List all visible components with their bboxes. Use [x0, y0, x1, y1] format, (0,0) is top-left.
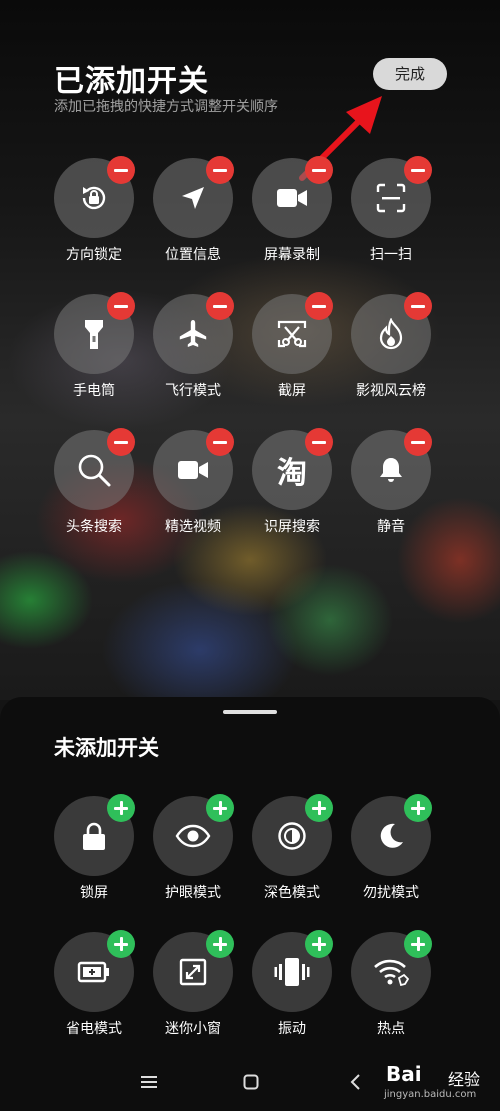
switch-label: 迷你小窗 — [165, 1021, 221, 1037]
remove-badge-icon[interactable] — [107, 156, 135, 184]
search-icon — [76, 452, 112, 488]
scan-icon — [376, 183, 406, 213]
added-switch-tile[interactable]: 静音 — [351, 428, 432, 540]
rotation-lock-icon — [77, 181, 111, 215]
switch-label: 扫一扫 — [370, 247, 412, 263]
screenshot-scissors-icon — [277, 319, 307, 349]
switch-label: 深色模式 — [264, 885, 320, 901]
switch-label: 位置信息 — [165, 247, 221, 263]
not-added-title: 未添加开关 — [54, 736, 159, 760]
switch-label: 锁屏 — [80, 885, 108, 901]
added-switch-tile[interactable]: 方向锁定 — [54, 156, 135, 268]
added-switch-tile[interactable]: 屏幕录制 — [252, 156, 333, 268]
sheet-drag-handle[interactable] — [223, 710, 277, 714]
vibrate-icon — [274, 956, 310, 988]
page-subtitle: 添加已拖拽的快捷方式调整开关顺序 — [54, 99, 278, 115]
switch-label: 屏幕录制 — [264, 247, 320, 263]
taobao-icon: 淘 — [277, 456, 307, 491]
remove-badge-icon[interactable] — [404, 156, 432, 184]
remove-badge-icon[interactable] — [404, 292, 432, 320]
remove-badge-icon[interactable] — [206, 428, 234, 456]
not-added-switch-tile[interactable]: 锁屏 — [54, 794, 135, 906]
switch-label: 飞行模式 — [165, 383, 221, 399]
add-badge-icon[interactable] — [404, 794, 432, 822]
switch-label: 勿扰模式 — [363, 885, 419, 901]
add-badge-icon[interactable] — [404, 930, 432, 958]
flame-icon — [377, 318, 405, 350]
dark-mode-icon — [277, 821, 307, 851]
switch-label: 热点 — [377, 1021, 405, 1037]
switch-label: 手电筒 — [73, 383, 115, 399]
switch-label: 头条搜索 — [66, 519, 122, 535]
watermark-brand-cn: 经验 — [448, 1070, 481, 1089]
home-nav-icon[interactable] — [239, 1070, 263, 1094]
added-switch-tile[interactable]: 淘识屏搜索 — [252, 428, 333, 540]
switch-label: 省电模式 — [66, 1021, 122, 1037]
moon-icon — [377, 822, 405, 850]
remove-badge-icon[interactable] — [305, 428, 333, 456]
remove-badge-icon[interactable] — [107, 292, 135, 320]
done-button[interactable]: 完成 — [373, 58, 447, 90]
page-title: 已添加开关 — [54, 64, 209, 99]
not-added-switch-tile[interactable]: 热点 — [351, 930, 432, 1042]
menu-nav-icon[interactable] — [137, 1070, 161, 1094]
remove-badge-icon[interactable] — [404, 428, 432, 456]
switch-label: 影视风云榜 — [356, 383, 426, 399]
switch-label: 方向锁定 — [66, 247, 122, 263]
not-added-switch-tile[interactable]: 振动 — [252, 930, 333, 1042]
switch-label: 静音 — [377, 519, 405, 535]
remove-badge-icon[interactable] — [206, 292, 234, 320]
add-badge-icon[interactable] — [206, 794, 234, 822]
added-switch-tile[interactable]: 精选视频 — [153, 428, 234, 540]
back-nav-icon[interactable] — [344, 1070, 368, 1094]
added-switch-tile[interactable]: 手电筒 — [54, 292, 135, 404]
battery-saver-icon — [77, 961, 111, 983]
added-switch-tile[interactable]: 头条搜索 — [54, 428, 135, 540]
flashlight-icon — [82, 317, 106, 351]
lock-icon — [81, 821, 107, 851]
remove-badge-icon[interactable] — [305, 156, 333, 184]
added-switch-tile[interactable]: 位置信息 — [153, 156, 234, 268]
switch-label: 精选视频 — [165, 519, 221, 535]
mini-window-icon — [179, 958, 207, 986]
bell-icon — [378, 456, 404, 484]
video-camera-icon — [275, 185, 309, 211]
system-nav-bar — [0, 1058, 500, 1108]
not-added-switch-tile[interactable]: 迷你小窗 — [153, 930, 234, 1042]
hotspot-icon — [373, 958, 409, 986]
added-switch-tile[interactable]: 扫一扫 — [351, 156, 432, 268]
video-camera-icon — [176, 457, 210, 483]
location-arrow-icon — [179, 184, 207, 212]
not-added-switch-tile[interactable]: 护眼模式 — [153, 794, 234, 906]
add-badge-icon[interactable] — [206, 930, 234, 958]
not-added-switch-tile[interactable]: 勿扰模式 — [351, 794, 432, 906]
watermark-url: jingyan.baidu.com — [384, 1089, 477, 1100]
add-badge-icon[interactable] — [305, 794, 333, 822]
added-switch-tile[interactable]: 飞行模式 — [153, 292, 234, 404]
remove-badge-icon[interactable] — [107, 428, 135, 456]
watermark-brand: Bai — [386, 1062, 422, 1086]
not-added-switch-tile[interactable]: 省电模式 — [54, 930, 135, 1042]
switch-label: 护眼模式 — [165, 885, 221, 901]
switch-label: 振动 — [278, 1021, 306, 1037]
switch-label: 截屏 — [278, 383, 306, 399]
added-switch-tile[interactable]: 截屏 — [252, 292, 333, 404]
remove-badge-icon[interactable] — [305, 292, 333, 320]
remove-badge-icon[interactable] — [206, 156, 234, 184]
add-badge-icon[interactable] — [107, 794, 135, 822]
airplane-icon — [177, 318, 209, 350]
add-badge-icon[interactable] — [107, 930, 135, 958]
eye-icon — [175, 824, 211, 848]
added-switch-tile[interactable]: 影视风云榜 — [351, 292, 432, 404]
add-badge-icon[interactable] — [305, 930, 333, 958]
switch-label: 识屏搜索 — [264, 519, 320, 535]
not-added-switch-tile[interactable]: 深色模式 — [252, 794, 333, 906]
